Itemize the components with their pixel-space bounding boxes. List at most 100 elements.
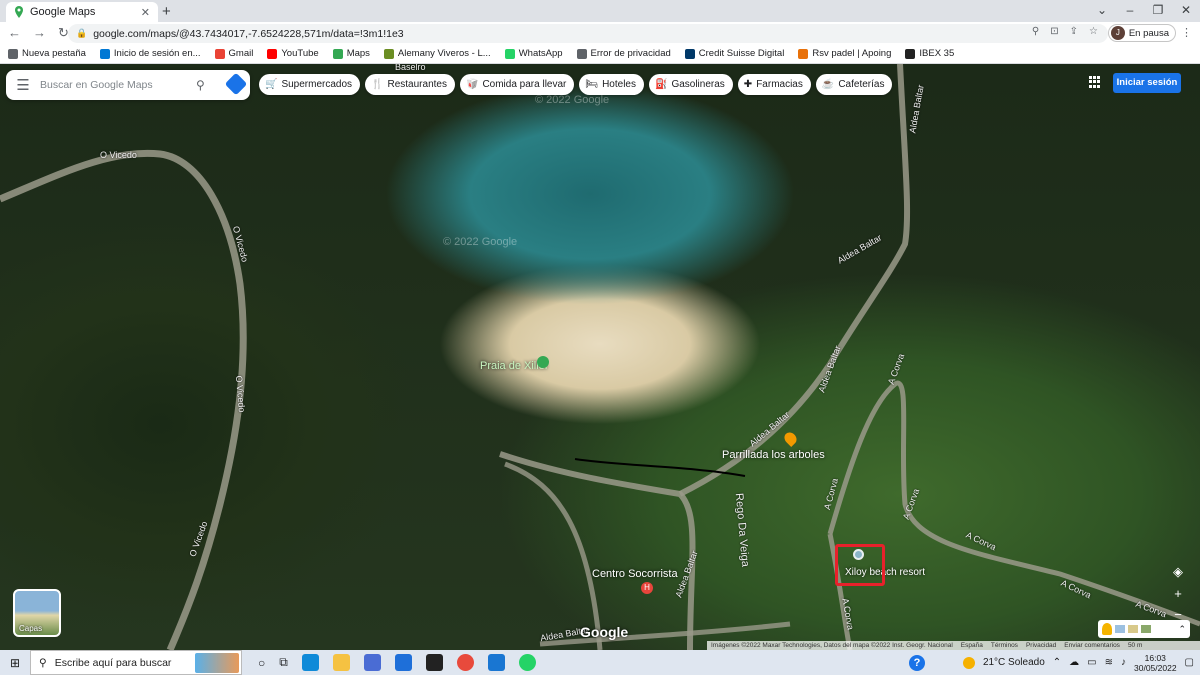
terminal-icon[interactable] [425,654,443,671]
map-watermark: © 2022 Google [443,236,518,248]
restore-icon[interactable]: ❐ [1144,0,1172,22]
chevron-down-icon[interactable]: ⌄ [1088,0,1116,22]
category-chip[interactable]: 🛒 Supermercados [259,74,361,95]
share-icon[interactable]: ⇪ [1070,26,1078,37]
bookmark-item[interactable]: Nueva pestaña [8,48,86,59]
star-icon[interactable]: ☆ [1089,26,1098,37]
attribution-item: Imágenes ©2022 Maxar Technologies, Datos… [711,642,953,649]
layers-button[interactable]: Capas [13,589,61,637]
category-chip[interactable]: ⛽ Gasolineras [648,74,733,95]
back-icon[interactable]: ← [8,25,21,41]
maps-search-box[interactable]: ☰ Buscar en Google Maps ⚲ [6,70,250,100]
omnibox[interactable]: 🔒 google.com/maps/@43.7434017,-7.6524228… [68,24,1108,43]
tray-chevron-icon[interactable]: ⌃ [1053,657,1061,668]
bookmarks-bar: Nueva pestaña Inicio de sesión en... Gmail… [0,44,1200,64]
attribution-item[interactable]: 50 m [1128,642,1142,649]
expand-icon[interactable]: ⌃ [1178,624,1186,635]
search-icon[interactable]: ⚲ [196,78,222,92]
compass-icon[interactable]: ◈ [1173,564,1183,580]
cortana-icon[interactable]: ○ [258,656,265,670]
edge-icon[interactable] [301,654,319,671]
address-bar: ← → ↻ 🔒 google.com/maps/@43.7434017,-7.6… [0,22,1200,44]
search-icon: ⚲ [39,656,47,669]
medical-pin-icon[interactable]: H [641,582,653,594]
taskbar-search-input[interactable]: Escribe aquí para buscar [55,657,172,669]
new-tab-icon[interactable]: + [162,3,171,20]
zoom-in-button[interactable]: + [1174,586,1182,601]
category-chip[interactable]: 🥡 Comida para llevar [459,74,575,95]
battery-icon[interactable]: ▭ [1087,657,1096,668]
bookmark-icon [214,48,225,59]
lock-icon[interactable]: 🔒 [76,28,87,39]
signin-button[interactable]: Iniciar sesión [1113,73,1181,93]
forward-icon[interactable]: → [33,25,46,41]
beach-pin-icon[interactable] [537,356,549,368]
nav-buttons: ← → ↻ [0,25,70,41]
url-text[interactable]: google.com/maps/@43.7434017,-7.6524228,5… [93,28,403,40]
attribution-item[interactable]: Enviar comentarios [1064,642,1120,649]
category-chip[interactable]: ✚ Farmacias [737,74,811,95]
mail-icon[interactable] [394,654,412,671]
browser-tab[interactable]: Google Maps ✕ [6,2,158,22]
bookmark-item[interactable]: Rsv padel | Apoing [798,48,891,59]
category-label: Comida para llevar [482,79,567,90]
ie-icon[interactable] [487,654,505,671]
category-icon: 🥡 [465,79,479,90]
pegman-icon[interactable] [1102,623,1112,635]
attribution-item[interactable]: España [961,642,983,649]
task-view-icon[interactable]: ⧉ [279,655,288,670]
close-window-icon[interactable]: ✕ [1172,0,1200,22]
attribution-item[interactable]: Privacidad [1026,642,1056,649]
category-icon: 🍴 [371,79,384,90]
directions-icon[interactable] [222,72,250,95]
bookmark-item[interactable]: Credit Suisse Digital [684,48,784,59]
bookmark-item[interactable]: IBEX 35 [905,48,954,59]
zoom-controls: ◈ + − [1167,564,1189,622]
category-label: Restaurantes [387,79,447,90]
windows-start-icon[interactable]: ⊞ [0,656,30,670]
more-menu-icon[interactable]: ⋮ [1181,26,1192,39]
bookmark-item[interactable]: Alemany Viveros - L... [383,48,491,59]
category-chip[interactable]: 🍴 Restaurantes [365,74,455,95]
system-tray: ? 21°C Soleado ⌃ ☁ ▭ ≋ ♪ 16:03 30/05/202… [908,650,1194,675]
location-icon[interactable]: ⚲ [1032,26,1039,37]
poi-parrillada[interactable]: Parrillada los arboles [722,449,825,461]
bookmark-item[interactable]: Gmail [214,48,253,59]
imagery-thumbnail[interactable] [1115,625,1125,633]
clock[interactable]: 16:03 30/05/2022 [1134,653,1177,673]
cloud-icon[interactable]: ☁ [1069,657,1079,668]
notifications-icon[interactable]: ▢ [1185,657,1194,668]
whatsapp-icon[interactable] [518,654,536,671]
profile-button[interactable]: J En pausa [1107,24,1176,42]
bookmark-item[interactable]: WhatsApp [504,48,563,59]
category-chip[interactable]: 🛏 Hoteles [579,74,644,95]
apps-grid-icon[interactable] [1089,76,1101,88]
help-icon[interactable]: ? [908,654,925,671]
install-icon[interactable]: ⊡ [1050,26,1058,37]
store-icon[interactable] [363,654,381,671]
volume-icon[interactable]: ♪ [1121,657,1126,668]
imagery-thumbnail[interactable] [1141,625,1151,633]
file-explorer-icon[interactable] [332,654,350,671]
chrome-icon[interactable] [456,654,474,671]
category-chip[interactable]: ☕ Cafeterías [815,74,893,95]
bookmark-label: Maps [346,48,370,59]
maps-pin-icon [15,6,23,18]
imagery-thumbnail[interactable] [1128,625,1138,633]
search-input[interactable]: Buscar en Google Maps [40,79,196,91]
wifi-icon[interactable]: ≋ [1105,657,1113,668]
minimize-icon[interactable]: – [1116,0,1144,22]
satellite-map[interactable]: © 2022 Google © 2022 Google O Vicedo O V… [0,64,1200,650]
bookmark-item[interactable]: Maps [332,48,370,59]
bookmark-item[interactable]: Inicio de sesión en... [99,48,201,59]
taskbar-search[interactable]: ⚲ Escribe aquí para buscar [30,650,242,675]
weather-text[interactable]: 21°C Soleado [983,657,1045,668]
sun-icon [962,656,975,669]
bookmark-icon [99,48,110,59]
attribution-item[interactable]: Términos [991,642,1018,649]
bookmark-item[interactable]: YouTube [267,48,319,59]
poi-centro[interactable]: Centro Socorrista [592,568,678,580]
close-tab-icon[interactable]: ✕ [141,6,150,19]
bookmark-item[interactable]: Error de privacidad [576,48,671,59]
hamburger-menu-icon[interactable]: ☰ [6,76,40,94]
